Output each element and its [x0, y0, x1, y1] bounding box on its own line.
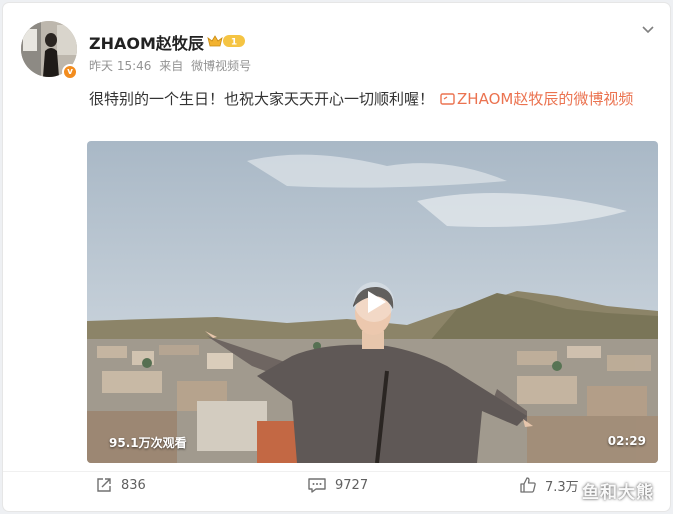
vip-level: 1 [231, 38, 237, 48]
like-icon [520, 477, 536, 493]
video-link[interactable]: ZHAOM赵牧辰的微博视频 [457, 90, 633, 108]
post-meta: 昨天 15:46 来自 微博视频号 [89, 57, 255, 74]
post-body: 很特别的一个生日！也祝大家天天开心一切顺利喔！ [89, 90, 435, 108]
video-duration: 02:29 [607, 434, 646, 448]
post-time[interactable]: 昨天 15:46 [89, 59, 151, 73]
source-prefix: 来自 [159, 59, 184, 73]
video-icon [440, 93, 455, 105]
share-count: 836 [121, 477, 146, 493]
chevron-down-icon[interactable] [640, 21, 656, 37]
share-icon [97, 478, 111, 492]
play-icon[interactable] [353, 281, 395, 323]
video-player[interactable]: 95.1万次观看 02:29 [87, 141, 658, 463]
comment-count: 9727 [335, 477, 369, 493]
divider [3, 471, 670, 472]
share-button[interactable]: 836 [95, 473, 146, 497]
verified-badge-icon: v [62, 64, 78, 80]
comment-icon [308, 478, 326, 493]
post-text: 很特别的一个生日！也祝大家天天开心一切顺利喔！ ZHAOM赵牧辰的微博视频 [89, 86, 659, 112]
weibo-post-card: v ZHAOM赵牧辰 1 昨天 15:46 来自 微博视频号 很特别的一个生日！… [3, 3, 670, 511]
like-button[interactable]: 7.3万 [519, 473, 579, 497]
watermark: 鱼和大熊 [582, 483, 654, 503]
comment-button[interactable]: 9727 [307, 473, 368, 497]
vip-crown-icon[interactable]: 1 [206, 33, 246, 49]
like-count: 7.3万 [545, 479, 579, 495]
author-name[interactable]: ZHAOM赵牧辰 [89, 30, 204, 54]
post-source: 微博视频号 [191, 59, 252, 73]
view-count: 95.1万次观看 [109, 436, 187, 450]
